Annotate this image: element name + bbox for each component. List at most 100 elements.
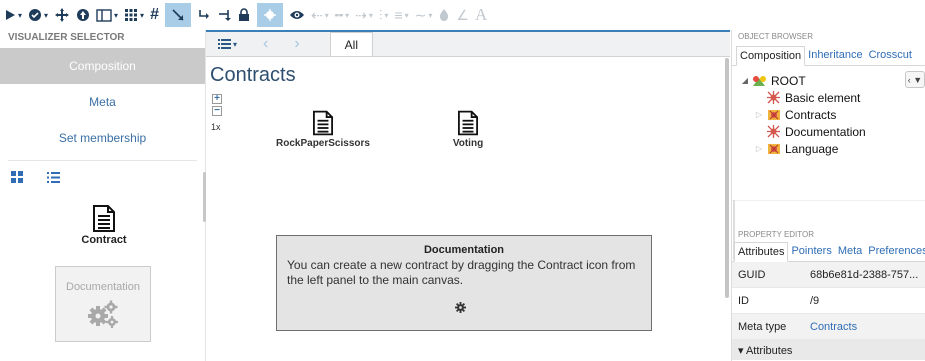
tab-all[interactable]: All (329, 32, 374, 56)
divider (8, 160, 197, 161)
align-icon[interactable]: ≡ ▾ (394, 3, 408, 27)
visualizer-meta[interactable]: Meta (0, 84, 205, 120)
property-value[interactable]: 68b6e81d-2388-757... (810, 269, 925, 281)
property-editor-tabs: Attributes Pointers Meta Preferences (732, 240, 925, 262)
filter-button[interactable]: ‹ ▼ (905, 71, 925, 88)
canvas-scrollbar[interactable] (725, 58, 729, 298)
contract-node-voting[interactable]: Voting (438, 110, 498, 149)
tree-node-documentation[interactable]: Documentation (740, 123, 925, 140)
contract-tile[interactable]: Contract (74, 205, 134, 246)
object-browser-tabs: Composition Inheritance Crosscut (732, 44, 925, 66)
tree-node-label: ROOT (771, 73, 806, 88)
angle-icon[interactable]: ∠ (456, 3, 469, 27)
tab-inheritance[interactable]: Inheritance (805, 45, 865, 65)
arrow-right-icon[interactable]: ⇢ ▾ (355, 3, 373, 27)
property-value[interactable]: /9 (810, 295, 925, 307)
tab-attributes[interactable]: Attributes (734, 242, 789, 262)
tab-pointers[interactable]: Pointers (788, 241, 834, 261)
tree-node-label: Documentation (785, 124, 866, 139)
property-table: GUID 68b6e81d-2388-757... ID /9 Meta typ… (732, 262, 925, 360)
connect-left-icon[interactable] (197, 3, 211, 27)
property-key: GUID (738, 268, 766, 281)
document-icon (313, 110, 333, 136)
tree-node-label: Language (785, 141, 839, 156)
tree-node-basic-element[interactable]: Basic element (740, 89, 925, 106)
crosshair-icon[interactable] (256, 3, 283, 27)
visualizer-composition[interactable]: Composition (0, 48, 205, 84)
panel-splitter[interactable] (732, 200, 925, 201)
list-icon (218, 39, 231, 49)
tab-preferences[interactable]: Preferences (865, 241, 925, 261)
documentation-tile-label: Documentation (66, 281, 140, 293)
check-circle-icon[interactable]: ▾ (28, 3, 48, 27)
zoom-controls: + − 1x (211, 94, 222, 132)
node-label: Voting (452, 138, 484, 149)
tab-crosscut[interactable]: Crosscut (866, 45, 915, 65)
move-arrows-icon[interactable] (54, 3, 70, 27)
arrow-up-circle-icon[interactable] (76, 3, 90, 27)
tree-toggle-icon[interactable]: ▷ (754, 144, 764, 153)
tab-next-icon[interactable]: › (294, 32, 299, 56)
zoom-in-button[interactable]: + (212, 94, 222, 104)
dash-line-icon[interactable]: ╍ ▾ (335, 3, 349, 27)
property-row-id: ID /9 (732, 288, 925, 314)
tree-node-root[interactable]: ◢ ROOT (740, 72, 925, 89)
lock-icon[interactable] (237, 3, 251, 27)
arrow-left-icon[interactable]: ⇠ ▾ (311, 3, 329, 27)
object-browser-title: OBJECT BROWSER (738, 32, 813, 41)
folder-element-icon (766, 108, 781, 122)
list-view-icon[interactable] (44, 168, 62, 186)
tab-composition[interactable]: Composition (736, 46, 806, 66)
property-row-guid: GUID 68b6e81d-2388-757... (732, 262, 925, 288)
play-icon[interactable]: ▾ (4, 3, 22, 27)
tab-prev-icon[interactable]: ‹ (263, 32, 268, 56)
tree-node-label: Basic element (785, 90, 861, 105)
contract-node-rockpaperscissors[interactable]: RockPaperScissors (268, 110, 378, 149)
connect-right-icon[interactable] (217, 3, 231, 27)
basic-element-icon (766, 125, 781, 139)
layout-columns-icon[interactable]: ▾ (96, 3, 118, 27)
property-key: Meta type (738, 320, 787, 333)
eye-icon[interactable] (289, 3, 305, 27)
view-toggle (0, 165, 205, 189)
canvas-tabbar: ▾ ‹ › All (206, 30, 730, 57)
visualizer-set-membership[interactable]: Set membership (0, 120, 205, 156)
hash-icon[interactable]: # (150, 3, 159, 27)
sliders-icon[interactable]: ⫶ ▾ (379, 3, 389, 27)
tree-node-language[interactable]: ▷ Language (740, 140, 925, 157)
documentation-text: You can create a new contract by draggin… (287, 258, 636, 287)
node-label: RockPaperScissors (276, 138, 370, 149)
fill-drop-icon[interactable] (438, 3, 450, 27)
basic-element-icon (766, 91, 781, 105)
cursor-arrow-icon[interactable] (164, 3, 191, 27)
property-value-link[interactable]: Contracts (810, 321, 925, 333)
documentation-title: Documentation (423, 244, 505, 256)
property-key: ID (738, 294, 749, 307)
right-panel: OBJECT BROWSER Composition Inheritance C… (731, 30, 925, 361)
property-editor-title: PROPERTY EDITOR (738, 230, 815, 239)
property-row-meta-type: Meta type Contracts (732, 314, 925, 340)
root-icon (752, 74, 767, 88)
documentation-node[interactable]: Documentation You can create a new contr… (276, 235, 652, 331)
curve-line-icon[interactable]: ∼ ▾ (415, 3, 433, 27)
documentation-tile[interactable]: Documentation (55, 266, 151, 342)
tree-toggle-icon[interactable]: ▷ (754, 110, 764, 119)
grid-view-icon[interactable] (8, 168, 26, 186)
attributes-section-toggle[interactable]: ▾ Attributes (732, 340, 925, 360)
zoom-out-button[interactable]: − (212, 106, 222, 116)
tree-node-contracts[interactable]: ▷ Contracts (740, 106, 925, 123)
tab-meta[interactable]: Meta (835, 241, 865, 261)
tab-list-menu[interactable]: ▾ (218, 32, 237, 56)
font-icon[interactable]: A (475, 3, 487, 27)
main-canvas[interactable]: ▾ ‹ › All Contracts + − 1x RockPaperScis… (206, 30, 730, 361)
canvas-title: Contracts (210, 64, 296, 86)
gear-icon[interactable] (455, 302, 466, 316)
document-icon (93, 205, 115, 232)
tree-toggle-icon[interactable]: ◢ (740, 76, 750, 85)
visualizer-panel: VISUALIZER SELECTOR Composition Meta Set… (0, 30, 205, 361)
gears-icon (88, 300, 118, 328)
contract-tile-label: Contract (81, 234, 127, 246)
property-editor: PROPERTY EDITOR Attributes Pointers Meta… (732, 228, 925, 360)
main-toolbar: ▾ ▾ ▾ ▾ # ⇠ ▾ ╍ ▾ ⇢ ▾ ⫶ ▾ ≡ ▾ ∼ ▾ ∠ A (0, 0, 925, 30)
grid-icon[interactable]: ▾ (124, 3, 144, 27)
